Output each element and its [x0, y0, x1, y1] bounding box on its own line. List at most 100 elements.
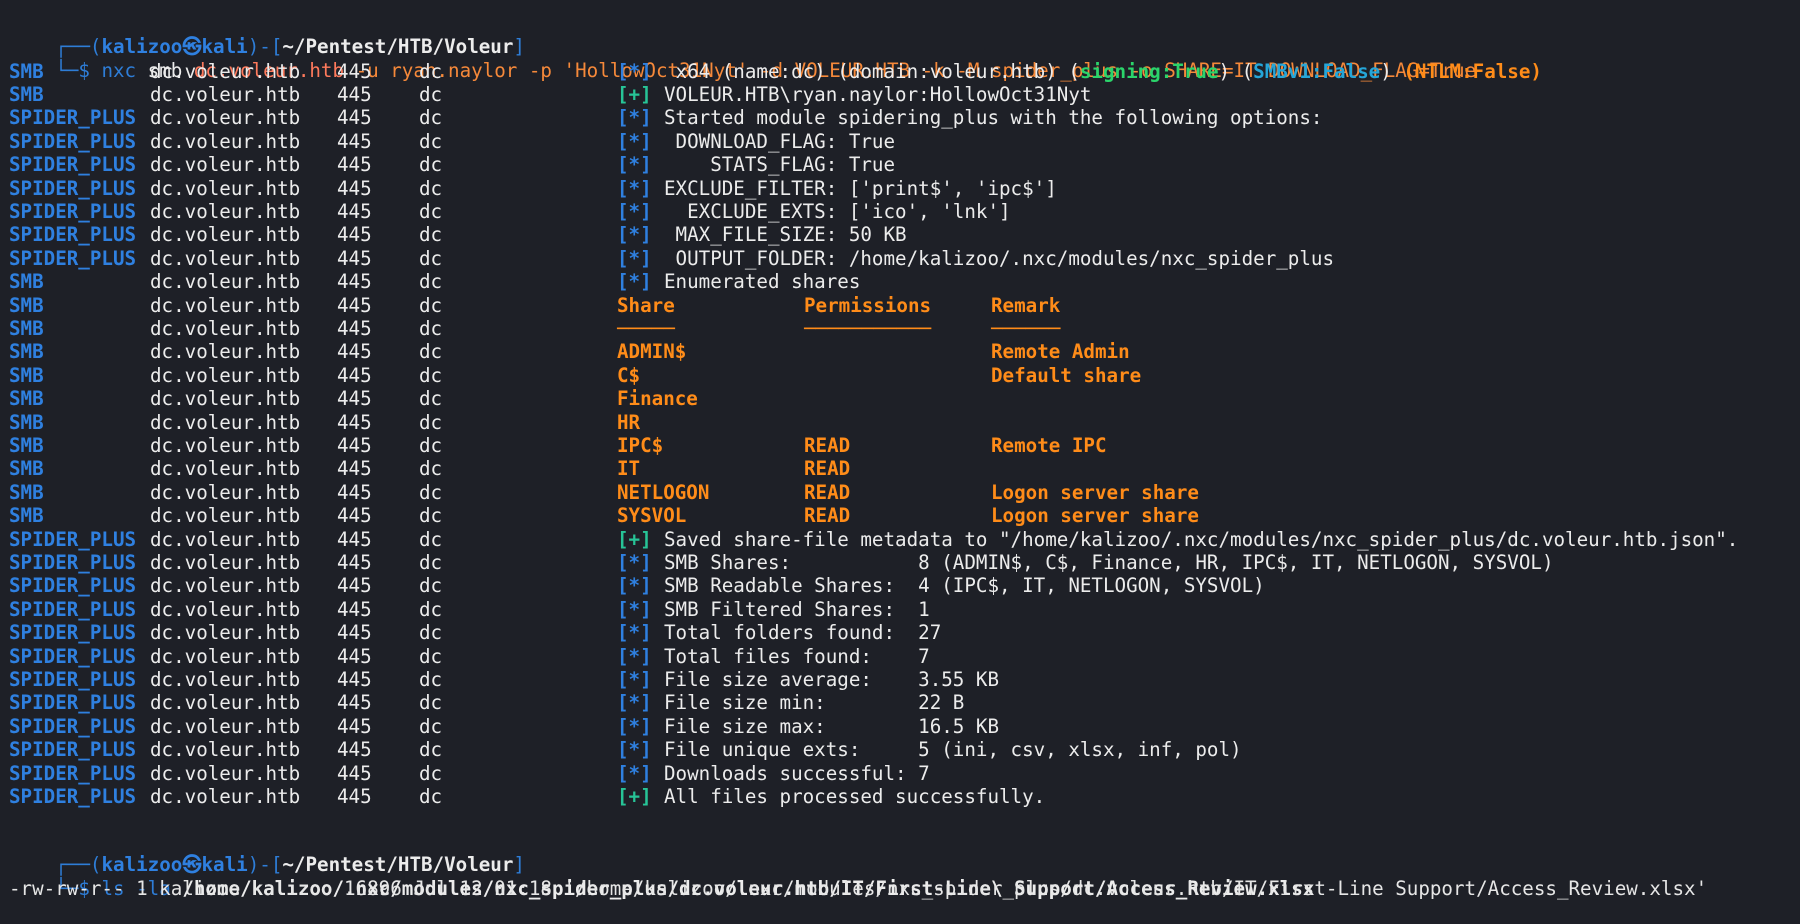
- host-field: dc.voleur.htb: [150, 246, 301, 270]
- protocol-label: SPIDER_PLUS: [9, 691, 137, 715]
- host-field: dc.voleur.htb: [150, 761, 301, 785]
- host-field: dc.voleur.htb: [150, 644, 301, 668]
- protocol-label: SPIDER_PLUS: [9, 223, 137, 247]
- message: Started module spidering_plus with the f…: [664, 106, 1322, 129]
- message: Total folders found: 27: [664, 621, 941, 644]
- prompt-line: ┌──(kalizoo㉿kali)-[~/Pentest/HTB/Voleur]: [9, 12, 525, 58]
- message-text: VOLEUR.HTB\ryan.naylor:HollowOct31Nyt: [664, 82, 1092, 106]
- message-text: MAX_FILE_SIZE: 50 KB: [664, 223, 907, 247]
- message-text: STATS_FLAG: True: [664, 153, 896, 177]
- output-row: SPIDER_PLUS dc.voleur.htb 445 dc [+] Saved sh…: [0, 528, 1800, 551]
- host-field: dc.voleur.htb: [150, 153, 301, 177]
- message-text: Total files found: 7: [664, 644, 930, 668]
- message-text: File size average: 3.55 KB: [664, 667, 1000, 691]
- port-field: 445: [337, 199, 372, 223]
- name-field: dc: [419, 246, 443, 270]
- name-field: dc: [419, 761, 443, 785]
- name-field: dc: [419, 199, 443, 223]
- name-field: dc: [419, 574, 443, 598]
- name-field: dc: [419, 153, 443, 177]
- port-field: 445: [337, 644, 372, 668]
- name-field: dc: [419, 293, 443, 317]
- port-field: 445: [337, 621, 372, 645]
- message: EXCLUDE_EXTS: ['ico', 'lnk']: [664, 200, 1010, 223]
- command-line[interactable]: └─$ nxc smb dc.voleur.htb -u ryan.naylor…: [9, 36, 1476, 82]
- port-field: 445: [337, 480, 372, 504]
- port-field: 445: [337, 433, 372, 457]
- protocol-label: SMB: [9, 480, 44, 504]
- host-field: dc.voleur.htb: [150, 176, 301, 200]
- share-name: C$: [617, 363, 641, 387]
- message-text: All files processed successfully.: [664, 784, 1046, 808]
- output-row: SMB dc.voleur.htb 445 dc [+] VOLEUR.HTB\ryan.…: [0, 83, 1800, 106]
- host-field: dc.voleur.htb: [150, 480, 301, 504]
- host-field: dc.voleur.htb: [150, 714, 301, 738]
- protocol-label: SMB: [9, 387, 44, 411]
- port-field: 445: [337, 270, 372, 294]
- status-tag: [*]: [617, 223, 652, 247]
- name-field: dc: [419, 550, 443, 574]
- status-tag: [*]: [617, 246, 652, 270]
- share-name: ─────: [617, 316, 675, 340]
- message: STATS_FLAG: True: [664, 153, 895, 176]
- name-field: dc: [419, 691, 443, 715]
- share-name: Finance: [617, 387, 698, 411]
- port-field: 445: [337, 363, 372, 387]
- host-field: dc.voleur.htb: [150, 223, 301, 247]
- output-row: SMB dc.voleur.htb 445 dc SYSVOL READ Logon ser…: [0, 504, 1800, 527]
- host-field: dc.voleur.htb: [150, 550, 301, 574]
- output-row: SMB dc.voleur.htb 445 dc C$ Default share: [0, 364, 1800, 387]
- output-row: SPIDER_PLUS dc.voleur.htb 445 dc [*] MAX_FIL…: [0, 223, 1800, 246]
- host-field: dc.voleur.htb: [150, 621, 301, 645]
- host-field: dc.voleur.htb: [150, 129, 301, 153]
- message: File size max: 16.5 KB: [664, 715, 999, 738]
- share-permissions: ───────────: [804, 316, 932, 340]
- port-field: 445: [337, 667, 372, 691]
- terminal-window[interactable]: ┌──(kalizoo㉿kali)-[~/Pentest/HTB/Voleur]…: [0, 0, 1800, 910]
- protocol-label: SMB: [9, 410, 44, 434]
- port-field: 445: [337, 550, 372, 574]
- protocol-label: SMB: [9, 270, 44, 294]
- port-field: 445: [337, 714, 372, 738]
- output-row: SPIDER_PLUS dc.voleur.htb 445 dc [*] Download…: [0, 762, 1800, 785]
- protocol-label: SPIDER_PLUS: [9, 597, 137, 621]
- message-text: Started module spidering_plus with the f…: [664, 106, 1323, 130]
- name-field: dc: [419, 738, 443, 762]
- output-row: SPIDER_PLUS dc.voleur.htb 445 dc [*] SMB Filt…: [0, 598, 1800, 621]
- output-row: SPIDER_PLUS dc.voleur.htb 445 dc [*] Started …: [0, 106, 1800, 129]
- status-tag: [*]: [617, 621, 652, 645]
- status-tag: [*]: [617, 644, 652, 668]
- name-field: dc: [419, 480, 443, 504]
- share-name: SYSVOL: [617, 504, 687, 528]
- output-row: SMB dc.voleur.htb 445 dc [*] Enumerated share…: [0, 270, 1800, 293]
- name-field: dc: [419, 714, 443, 738]
- port-field: 445: [337, 457, 372, 481]
- output-row: SPIDER_PLUS dc.voleur.htb 445 dc [*] File uni…: [0, 738, 1800, 761]
- message: Total files found: 7: [664, 645, 930, 668]
- port-field: 445: [337, 293, 372, 317]
- output-row: SPIDER_PLUS dc.voleur.htb 445 dc [*] EXCLUDE_…: [0, 177, 1800, 200]
- output-row: SPIDER_PLUS dc.voleur.htb 445 dc [*] File siz…: [0, 715, 1800, 738]
- output-row: SMB dc.voleur.htb 445 dc IPC$ READ Remote IPC: [0, 434, 1800, 457]
- output-row: SPIDER_PLUS dc.voleur.htb 445 dc [*] SMB Shar…: [0, 551, 1800, 574]
- host-field: dc.voleur.htb: [150, 199, 301, 223]
- share-remark: ──────: [991, 316, 1061, 340]
- output-row: SMB dc.voleur.htb 445 dc [*] x64 (name:dc) (…: [0, 60, 1800, 83]
- name-field: dc: [419, 597, 443, 621]
- command-line-2[interactable]: └─$ ls -la /home/kalizoo/.nxc/modules/nx…: [9, 854, 1314, 900]
- port-field: 445: [337, 340, 372, 364]
- smbv1-value: SMBv1:False: [1253, 59, 1381, 83]
- host-field: dc.voleur.htb: [150, 293, 301, 317]
- status-tag: [*]: [617, 691, 652, 715]
- share-remark: Default share: [991, 363, 1142, 387]
- message: All files processed successfully.: [664, 785, 1045, 808]
- share-name: Share: [617, 293, 675, 317]
- status-tag: [*]: [617, 761, 652, 785]
- message: File size average: 3.55 KB: [664, 668, 999, 691]
- signing-value: signing:True: [1079, 59, 1219, 83]
- host-field: dc.voleur.htb: [150, 457, 301, 481]
- share-name: HR: [617, 410, 641, 434]
- message-text: Total folders found: 27: [664, 621, 942, 645]
- message: File unique exts: 5 (ini, csv, xlsx, inf…: [664, 738, 1242, 761]
- share-remark: Remote IPC: [991, 433, 1107, 457]
